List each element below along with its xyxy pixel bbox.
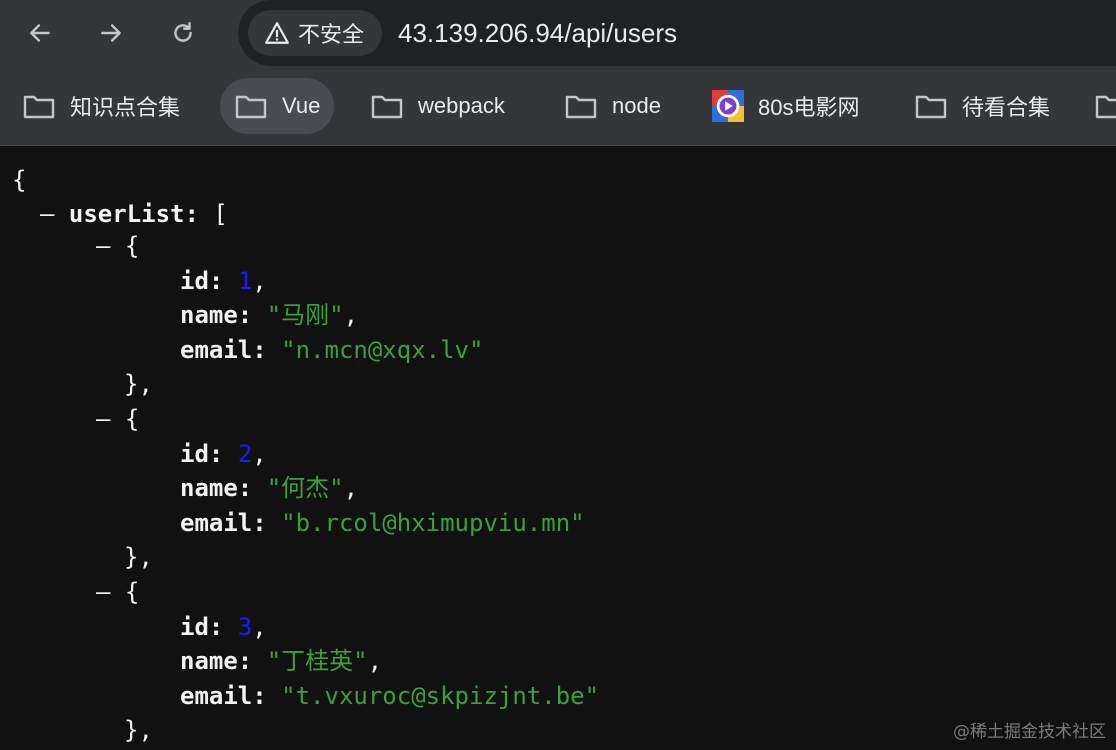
address-bar[interactable]: 不安全 43.139.206.94/api/users (238, 0, 1116, 66)
object-open-line: – { (96, 405, 140, 433)
id-value: 1 (237, 267, 253, 295)
email-field: email: "n.mcn@xqx.lv" (180, 336, 484, 364)
bookmark-node[interactable]: node (550, 78, 675, 134)
bookmark-label: 80s电影网 (758, 95, 860, 120)
forward-button[interactable] (91, 13, 131, 53)
collapse-toggle[interactable]: – (96, 232, 110, 260)
folder-icon (1095, 95, 1116, 119)
email-value: "n.mcn@xqx.lv" (281, 336, 484, 364)
bookmark-knowledge-collection[interactable]: 知识点合集 (8, 78, 194, 134)
folder-icon (915, 95, 947, 119)
root-open-brace: { (12, 166, 27, 194)
name-value: "丁桂英" (266, 647, 368, 675)
id-field: id: 2, (180, 440, 267, 468)
next-object-partial: { (124, 745, 138, 750)
object-close-line: }, (124, 543, 153, 571)
bookmark-label: node (612, 93, 661, 118)
userlist-key: userList (68, 200, 185, 228)
security-label: 不安全 (298, 23, 365, 48)
folder-icon (371, 95, 403, 119)
name-field: name: "何杰", (180, 474, 359, 502)
folder-icon (235, 95, 267, 119)
bookmark-watch-later[interactable]: 待看合集 (900, 78, 1064, 134)
id-field: id: 1, (180, 267, 267, 295)
id-field: id: 3, (180, 613, 267, 641)
bookmark-vue[interactable]: Vue (220, 78, 335, 134)
bookmarks-bar: 知识点合集 Vue webpack node 80s电影网 待看合集 (0, 66, 1116, 146)
warning-triangle-icon (265, 22, 289, 44)
bookmark-label: 待看合集 (962, 95, 1051, 120)
name-field: name: "马刚", (180, 301, 359, 329)
array-open-bracket: [ (213, 200, 228, 228)
folder-icon (23, 95, 55, 119)
object-open-line: – { (96, 232, 140, 260)
userlist-line: – userList: [ (40, 200, 228, 228)
browser-toolbar: 不安全 43.139.206.94/api/users (0, 0, 1116, 66)
id-value: 3 (237, 613, 253, 641)
object-open-line: – { (96, 578, 140, 606)
bookmark-overflow-folder[interactable] (1090, 78, 1116, 134)
object-close-line: }, (124, 716, 153, 744)
back-button[interactable] (20, 13, 60, 53)
email-value: "b.rcol@hximupviu.mn" (281, 509, 585, 537)
reload-button[interactable] (163, 13, 203, 53)
id-value: 2 (237, 440, 253, 468)
arrow-left-icon (30, 24, 50, 42)
name-value: "马刚" (266, 301, 344, 329)
name-value: "何杰" (266, 474, 344, 502)
collapse-toggle[interactable]: – (96, 578, 110, 606)
name-field: name: "丁桂英", (180, 647, 383, 675)
bookmark-label: webpack (418, 93, 505, 118)
bookmark-webpack[interactable]: webpack (356, 78, 519, 134)
reload-icon (174, 22, 192, 42)
email-field: email: "b.rcol@hximupviu.mn" (180, 509, 585, 537)
play-favicon-icon (712, 90, 744, 122)
bookmark-label: Vue (282, 93, 321, 118)
bookmark-80s-movies[interactable]: 80s电影网 (698, 78, 873, 134)
json-viewer: { – userList: [ – { id: 1, name: "马刚", e… (0, 147, 1116, 750)
object-close-line: }, (124, 370, 153, 398)
url-text[interactable]: 43.139.206.94/api/users (398, 17, 677, 49)
security-chip[interactable]: 不安全 (248, 10, 382, 56)
folder-icon (565, 95, 597, 119)
watermark: @稀土掘金技术社区 (953, 722, 1106, 742)
collapse-toggle[interactable]: – (96, 405, 110, 433)
email-value: "t.vxuroc@skpizjnt.be" (281, 682, 600, 710)
arrow-right-icon (101, 24, 121, 42)
collapse-toggle[interactable]: – (40, 200, 54, 228)
bookmark-label: 知识点合集 (70, 95, 181, 120)
email-field: email: "t.vxuroc@skpizjnt.be" (180, 682, 600, 710)
